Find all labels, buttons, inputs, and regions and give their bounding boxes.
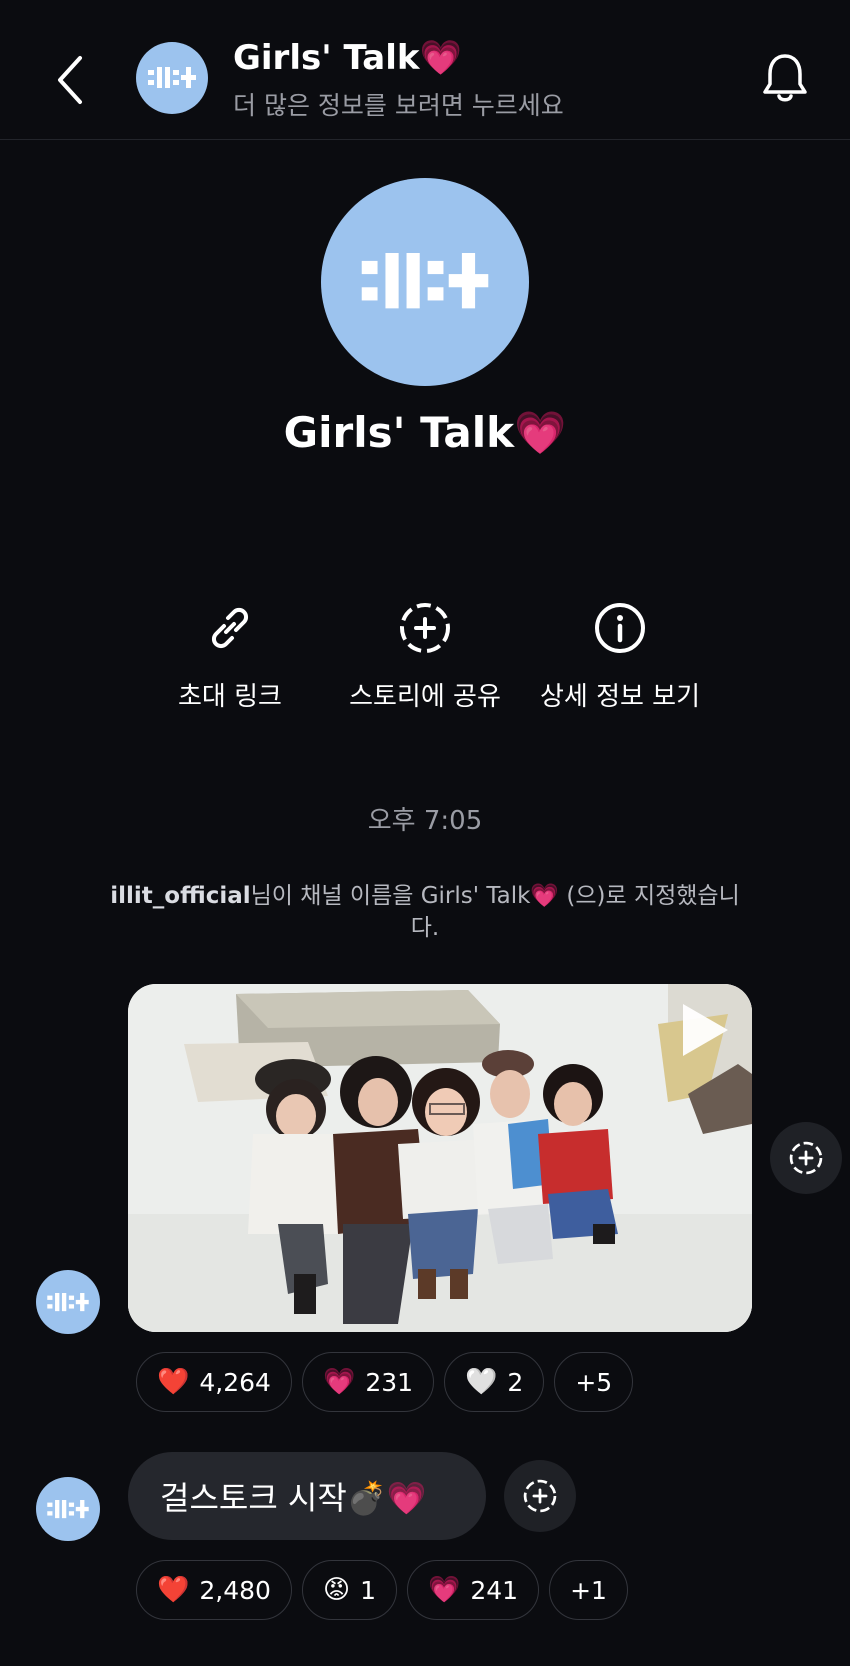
message-bubble[interactable]: 걸스토크 시작💣💗	[128, 1452, 486, 1540]
system-message: illit_official님이 채널 이름을 Girls' Talk💗 (으)…	[100, 880, 750, 944]
add-story-icon	[400, 603, 450, 653]
illit-logo	[47, 1499, 89, 1518]
illit-logo	[361, 253, 489, 309]
share-story-button[interactable]	[504, 1460, 576, 1532]
reaction-bar: ❤️ 2,480 😡 1 💗 241 +1	[136, 1560, 628, 1620]
link-icon	[211, 607, 249, 649]
message-text: 걸스토크 시작💣💗	[160, 1479, 427, 1517]
bell-icon	[763, 54, 807, 102]
info-icon	[595, 603, 645, 653]
reaction-heart[interactable]: ❤️ 4,264	[136, 1352, 292, 1412]
red-heart-emoji: ❤️	[157, 1367, 190, 1397]
view-details-button[interactable]: 상세 정보 보기	[520, 600, 720, 713]
sender-avatar[interactable]	[36, 1477, 100, 1541]
channel-name: Girls' Talk💗	[283, 408, 567, 457]
system-message-text: 님이 채널 이름을 Girls' Talk💗 (으)로 지정했습니다.	[250, 883, 740, 941]
back-button[interactable]	[52, 50, 92, 110]
reaction-angry[interactable]: 😡 1	[301, 1560, 397, 1620]
reaction-count: 2,480	[199, 1575, 271, 1605]
illit-logo	[47, 1292, 89, 1311]
reaction-white-heart[interactable]: 🤍 2	[444, 1352, 545, 1412]
header-title[interactable]: Girls' Talk💗	[233, 38, 462, 78]
reaction-count: 4,264	[199, 1367, 271, 1397]
system-message-user[interactable]: illit_official	[110, 883, 250, 909]
chevron-left-icon	[58, 56, 82, 104]
message-timestamp: 오후 7:05	[367, 806, 483, 836]
reaction-count: 2	[507, 1367, 524, 1397]
invite-link-label: 초대 링크	[178, 682, 282, 712]
more-reactions-count: +5	[575, 1367, 613, 1397]
chat-header: Girls' Talk💗 더 많은 정보를 보려면 누르세요	[0, 0, 850, 140]
red-heart-emoji: ❤️	[157, 1575, 190, 1605]
pink-heart-emoji: 💗	[427, 1575, 461, 1605]
sender-avatar[interactable]	[36, 1270, 100, 1334]
pink-heart-emoji: 💗	[322, 1367, 356, 1397]
reaction-count: 231	[365, 1367, 414, 1397]
reaction-count: 1	[360, 1575, 376, 1605]
header-subtitle[interactable]: 더 많은 정보를 보려면 누르세요	[233, 86, 564, 122]
channel-avatar[interactable]	[136, 42, 208, 114]
reaction-bar: ❤️ 4,264 💗 231 🤍 2 +5	[136, 1352, 634, 1412]
more-reactions-count: +1	[570, 1575, 607, 1605]
reaction-pink-heart[interactable]: 💗 231	[301, 1352, 435, 1412]
share-to-story-button[interactable]: 스토리에 공유	[325, 600, 525, 713]
illit-logo	[148, 67, 196, 88]
reaction-count: 241	[470, 1575, 519, 1605]
invite-link-button[interactable]: 초대 링크	[130, 600, 330, 713]
notification-button[interactable]	[760, 50, 810, 106]
video-thumbnail	[128, 984, 752, 1332]
more-reactions-button[interactable]: +1	[549, 1560, 628, 1620]
white-heart-emoji: 🤍	[465, 1367, 498, 1397]
view-details-label: 상세 정보 보기	[539, 682, 701, 712]
channel-profile-avatar[interactable]	[321, 178, 529, 386]
reaction-pink-heart[interactable]: 💗 241	[406, 1560, 540, 1620]
share-story-button[interactable]	[770, 1122, 842, 1194]
add-story-icon	[523, 1479, 557, 1513]
reaction-heart[interactable]: ❤️ 2,480	[136, 1560, 292, 1620]
more-reactions-button[interactable]: +5	[554, 1352, 634, 1412]
share-to-story-label: 스토리에 공유	[349, 682, 501, 712]
angry-face-emoji: 😡	[322, 1575, 351, 1605]
add-story-icon	[789, 1141, 823, 1175]
video-message[interactable]	[128, 984, 752, 1332]
